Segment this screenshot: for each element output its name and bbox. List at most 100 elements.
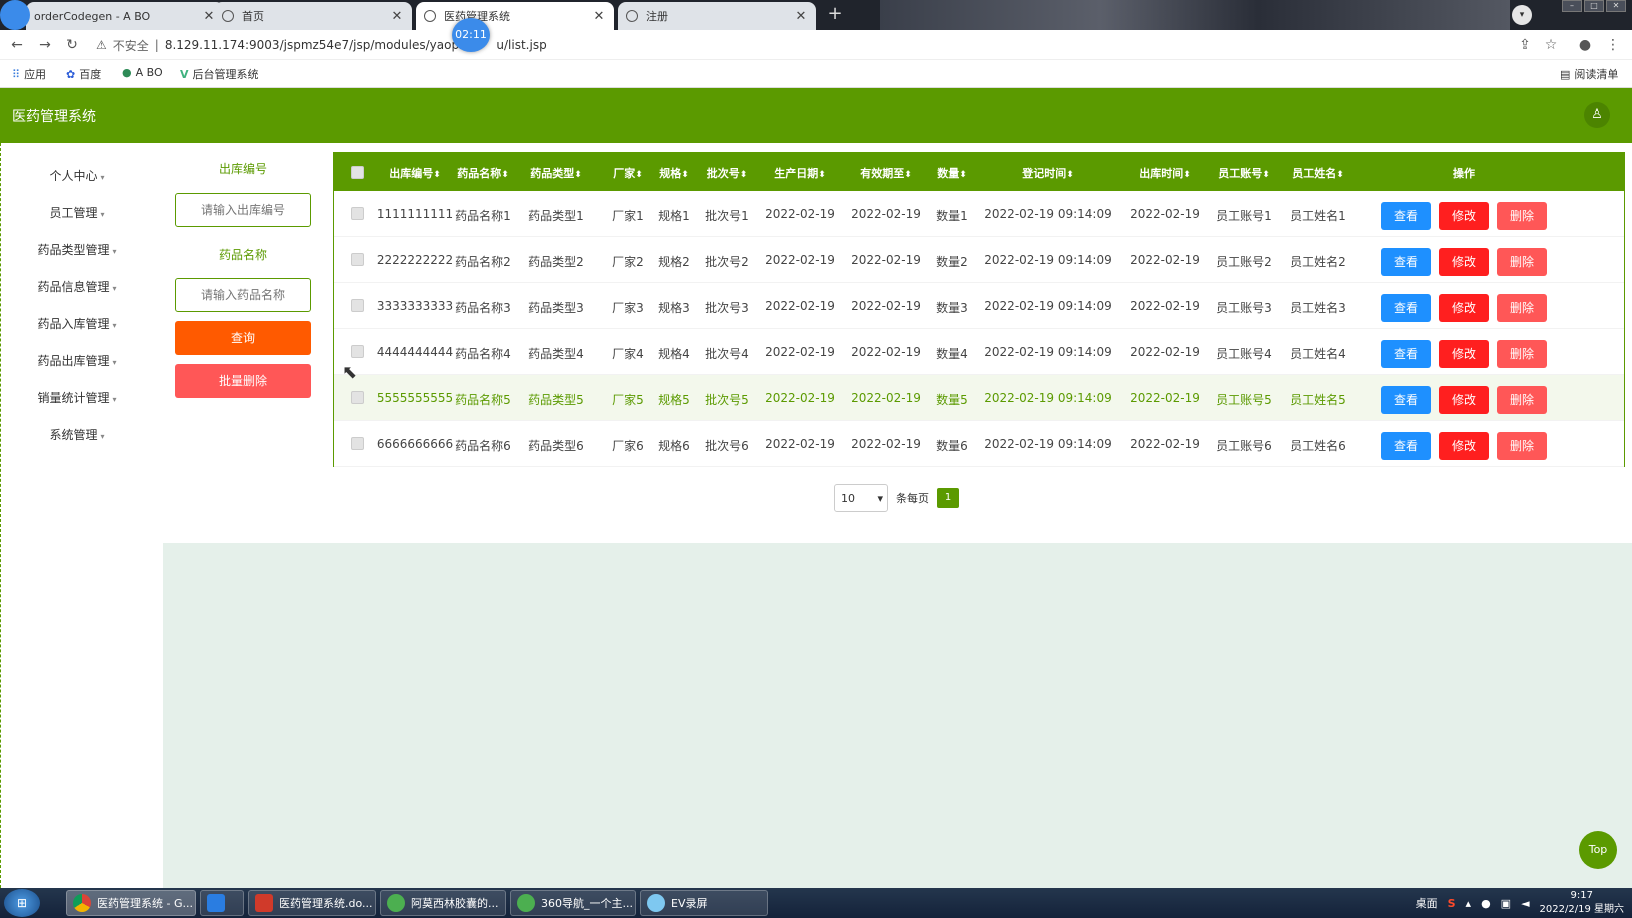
sort-icon[interactable]: ⬍ — [635, 170, 643, 180]
delete-button[interactable]: 删除 — [1497, 386, 1547, 414]
maximize-icon[interactable]: □ — [1584, 0, 1604, 12]
taskbar-item-360-1[interactable]: 阿莫西林胶囊的... — [380, 890, 506, 916]
row-checkbox[interactable] — [351, 345, 364, 358]
column-header-expiry-date[interactable]: 有效期至⬍ — [860, 165, 912, 181]
sort-icon[interactable]: ⬍ — [681, 170, 689, 180]
view-button[interactable]: 查看 — [1381, 432, 1431, 460]
tab-register[interactable]: 注册 ✕ — [618, 2, 816, 30]
windows-start-icon[interactable]: ⊞ — [4, 889, 40, 917]
sidebar-item-system[interactable]: 系统管理 ▾ — [2, 426, 152, 446]
taskbar-item-chrome[interactable]: 医药管理系统 - G... — [66, 890, 196, 916]
column-header-register-time[interactable]: 登记时间⬍ — [1022, 165, 1074, 181]
taskbar-item-word[interactable]: 医药管理系统.do... — [248, 890, 376, 916]
close-icon[interactable]: ✕ — [390, 9, 404, 24]
delete-button[interactable]: 删除 — [1497, 248, 1547, 276]
select-all-checkbox[interactable] — [351, 166, 364, 179]
table-row[interactable]: 6666666666 药品名称6 药品类型6 厂家6 规格6 批次号6 2022-02-19… — [334, 421, 1624, 467]
table-row[interactable]: 3333333333 药品名称3 药品类型3 厂家3 规格3 批次号3 2022-02-19… — [334, 283, 1624, 329]
row-checkbox[interactable] — [351, 299, 364, 312]
column-header-staff-account[interactable]: 员工账号⬍ — [1218, 165, 1270, 181]
column-header-out-time[interactable]: 出库时间⬍ — [1139, 165, 1191, 181]
sidebar-item-drug-type[interactable]: 药品类型管理 ▾ — [2, 241, 152, 261]
sidebar-item-personal[interactable]: 个人中心 ▾ — [2, 167, 152, 187]
taskbar-item-player[interactable] — [200, 890, 244, 916]
edit-button[interactable]: 修改 — [1439, 202, 1489, 230]
column-header-batch[interactable]: 批次号⬍ — [707, 165, 748, 181]
bookmark-admin[interactable]: V 后台管理系统 — [180, 66, 259, 82]
table-row[interactable]: 5555555555 药品名称5 药品类型5 厂家5 规格5 批次号5 2022-02-19… — [334, 375, 1624, 421]
table-row[interactable]: 1111111111 药品名称1 药品类型1 厂家1 规格1 批次号1 2022-02-19… — [334, 191, 1624, 237]
view-button[interactable]: 查看 — [1381, 294, 1431, 322]
delete-button[interactable]: 删除 — [1497, 340, 1547, 368]
taskbar-item-ev-recorder[interactable]: EV录屏 — [640, 890, 768, 916]
back-to-top-button[interactable]: Top — [1579, 831, 1617, 869]
column-header-staff-name[interactable]: 员工姓名⬍ — [1292, 165, 1344, 181]
minimize-icon[interactable]: – — [1562, 0, 1582, 12]
back-icon[interactable]: ← — [8, 36, 26, 54]
bookmark-abo[interactable]: ● A BO — [122, 66, 163, 79]
view-button[interactable]: 查看 — [1381, 386, 1431, 414]
sidebar-item-staff[interactable]: 员工管理 ▾ — [2, 204, 152, 224]
row-checkbox[interactable] — [351, 253, 364, 266]
tab-home[interactable]: 首页 ✕ — [214, 2, 412, 30]
page-size-select[interactable]: 10 ▾ — [834, 484, 888, 512]
sort-icon[interactable]: ⬍ — [959, 170, 967, 180]
reload-icon[interactable]: ↻ — [63, 36, 81, 54]
account-icon[interactable]: ● — [1576, 36, 1594, 54]
clock[interactable]: 9:17 2022/2/19 星期六 — [1540, 889, 1624, 917]
edit-button[interactable]: 修改 — [1439, 340, 1489, 368]
search-button[interactable]: 查询 — [175, 321, 311, 355]
tab-ordercodegen[interactable]: orderCodegen - A BO ✕ — [26, 2, 224, 30]
reading-list[interactable]: ▤ 阅读清单 — [1560, 66, 1618, 82]
delete-button[interactable]: 删除 — [1497, 432, 1547, 460]
network-icon[interactable]: ▣ — [1501, 897, 1511, 910]
sort-icon[interactable]: ⬍ — [433, 170, 441, 180]
table-row[interactable]: 2222222222 药品名称2 药品类型2 厂家2 规格2 批次号2 2022-02-19… — [334, 237, 1624, 283]
sogou-input-icon[interactable]: S — [1448, 897, 1456, 910]
row-checkbox[interactable] — [351, 391, 364, 404]
column-header-production-date[interactable]: 生产日期⬍ — [774, 165, 826, 181]
edit-button[interactable]: 修改 — [1439, 432, 1489, 460]
sort-icon[interactable]: ⬍ — [1262, 170, 1270, 180]
forward-icon[interactable]: → — [36, 36, 54, 54]
menu-icon[interactable]: ⋮ — [1604, 36, 1622, 54]
sort-icon[interactable]: ⬍ — [1336, 170, 1344, 180]
sort-icon[interactable]: ⬍ — [740, 170, 748, 180]
sort-icon[interactable]: ⬍ — [904, 170, 912, 180]
sort-icon[interactable]: ⬍ — [501, 170, 509, 180]
bookmark-apps[interactable]: ⠿ 应用 — [12, 66, 46, 82]
close-window-icon[interactable]: ✕ — [1606, 0, 1626, 12]
column-header-quantity[interactable]: 数量⬍ — [937, 165, 967, 181]
volume-icon[interactable]: ◄ — [1521, 897, 1529, 910]
table-row[interactable]: 4444444444 药品名称4 药品类型4 厂家4 规格4 批次号4 2022-02-19… — [334, 329, 1624, 375]
code-search-input[interactable] — [175, 193, 311, 227]
edit-button[interactable]: 修改 — [1439, 386, 1489, 414]
close-icon[interactable]: ✕ — [794, 9, 808, 24]
view-button[interactable]: 查看 — [1381, 202, 1431, 230]
user-icon[interactable]: ♙ — [1584, 102, 1610, 128]
edit-button[interactable]: 修改 — [1439, 248, 1489, 276]
sort-icon[interactable]: ⬍ — [1066, 170, 1074, 180]
desktop-label[interactable]: 桌面 — [1416, 895, 1438, 911]
row-checkbox[interactable] — [351, 207, 364, 220]
sidebar-item-sales-stats[interactable]: 销量统计管理 ▾ — [2, 389, 152, 409]
batch-delete-button[interactable]: 批量删除 — [175, 364, 311, 398]
tray-expand-icon[interactable]: ▴ — [1466, 897, 1472, 910]
taskbar-item-360-2[interactable]: 360导航_一个主... — [510, 890, 636, 916]
delete-button[interactable]: 删除 — [1497, 294, 1547, 322]
new-tab-button[interactable]: + — [823, 4, 847, 26]
qq-icon[interactable]: ● — [1481, 897, 1491, 910]
tab-medical-system[interactable]: 医药管理系统 ✕ — [416, 2, 614, 30]
bookmark-baidu[interactable]: ✿ 百度 — [66, 66, 101, 82]
sidebar-item-stock-in[interactable]: 药品入库管理 ▾ — [2, 315, 152, 335]
view-button[interactable]: 查看 — [1381, 248, 1431, 276]
column-header-code[interactable]: 出库编号⬍ — [389, 165, 441, 181]
share-icon[interactable]: ⇪ — [1516, 36, 1534, 54]
sidebar-item-stock-out[interactable]: 药品出库管理 ▾ — [2, 352, 152, 372]
close-icon[interactable]: ✕ — [592, 9, 606, 24]
view-button[interactable]: 查看 — [1381, 340, 1431, 368]
column-header-drug-name[interactable]: 药品名称⬍ — [457, 165, 509, 181]
star-icon[interactable]: ☆ — [1542, 36, 1560, 54]
edit-button[interactable]: 修改 — [1439, 294, 1489, 322]
sort-icon[interactable]: ⬍ — [574, 170, 582, 180]
